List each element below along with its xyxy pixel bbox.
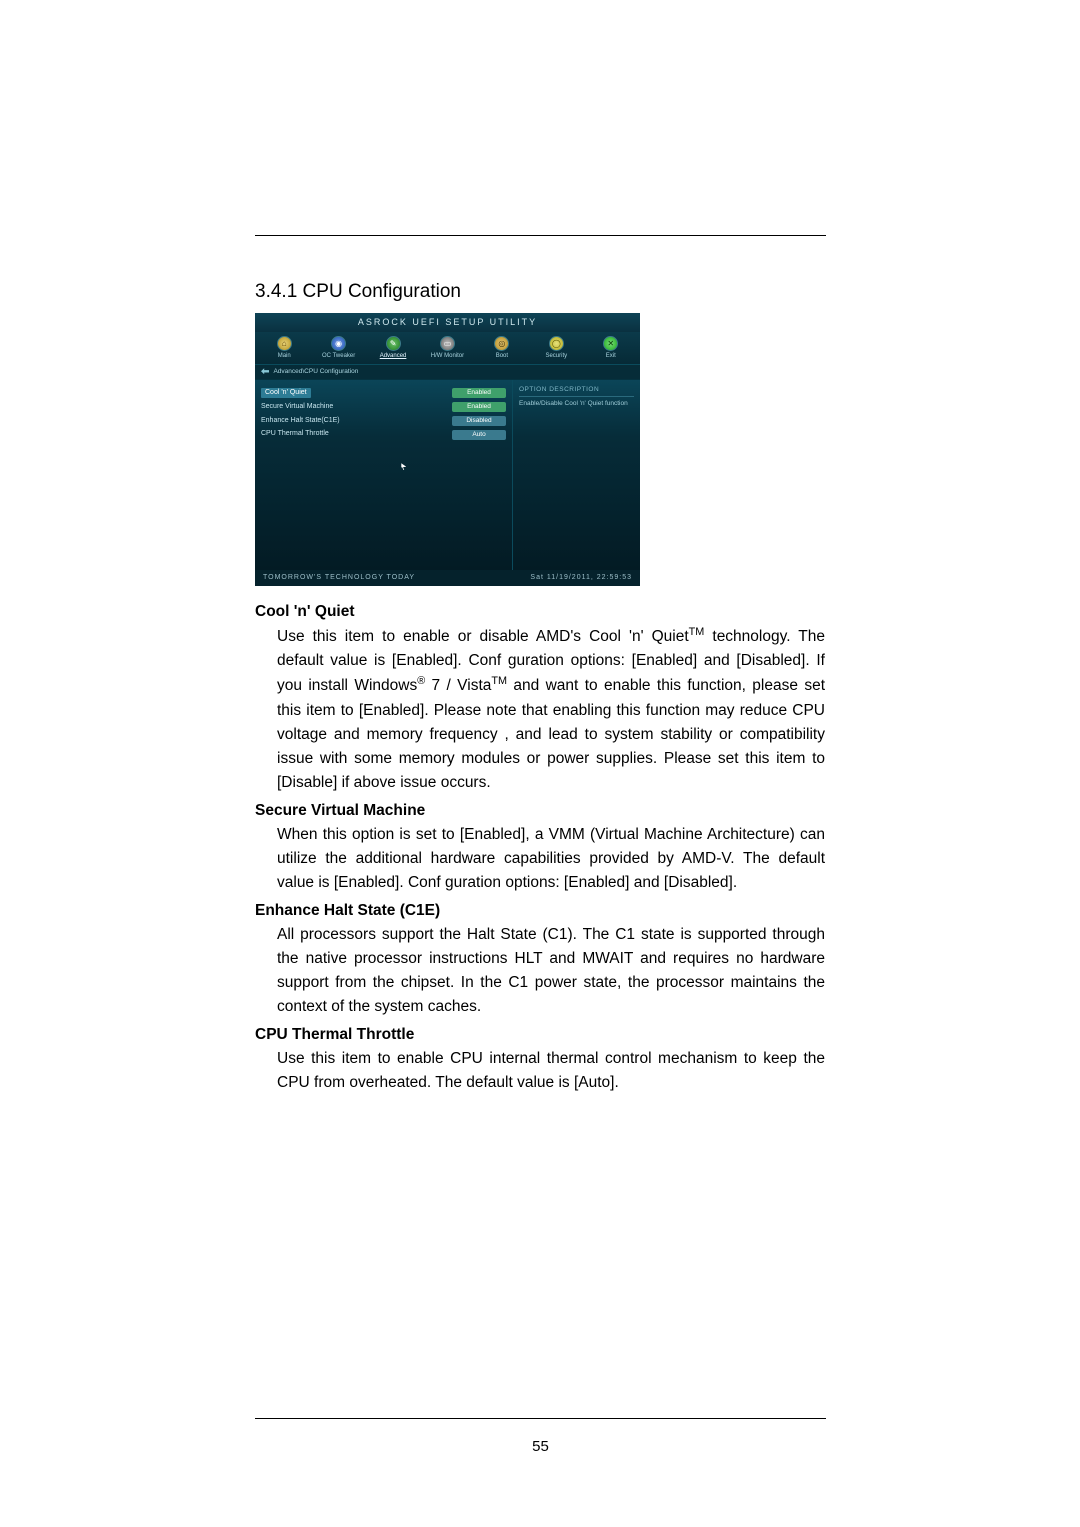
- back-arrow-icon[interactable]: [261, 368, 269, 374]
- bios-options-list: Cool 'n' Quiet Enabled Secure Virtual Ma…: [255, 380, 512, 570]
- nav-boot[interactable]: ◎ Boot: [475, 336, 529, 360]
- bios-footer: TOMORROW'S TECHNOLOGY TODAY Sat 11/19/20…: [255, 570, 640, 586]
- target-icon: ◎: [494, 336, 509, 351]
- footer-datetime: Sat 11/19/2011, 22:59:53: [530, 574, 632, 582]
- description-content: Cool 'n' Quiet Use this item to enable o…: [255, 600, 825, 1095]
- rule-top: [255, 235, 826, 236]
- page-number: 55: [255, 1438, 826, 1455]
- bios-body: Cool 'n' Quiet Enabled Secure Virtual Ma…: [255, 380, 640, 570]
- nav-advanced[interactable]: ✎ Advanced: [366, 336, 420, 360]
- item-title: Cool 'n' Quiet: [255, 600, 825, 624]
- hint-body: Enable/Disable Cool 'n' Quiet function: [519, 400, 634, 408]
- nav-security[interactable]: ◯ Security: [529, 336, 583, 360]
- manual-page: 3.4.1 CPU Configuration ASROCK UEFI SETU…: [0, 0, 1080, 1527]
- nav-main[interactable]: ⌂ Main: [257, 336, 311, 360]
- nav-oc-tweaker[interactable]: ◉ OC Tweaker: [311, 336, 365, 360]
- bios-nav: ⌂ Main ◉ OC Tweaker ✎ Advanced ▭ H/W Mon…: [255, 332, 640, 365]
- option-thermal-throttle[interactable]: CPU Thermal Throttle Auto: [261, 428, 506, 442]
- item-body: Use this item to enable CPU internal the…: [277, 1047, 825, 1095]
- gauge-icon: ◉: [331, 336, 346, 351]
- bios-screenshot: ASROCK UEFI SETUP UTILITY ⌂ Main ◉ OC Tw…: [255, 313, 640, 586]
- footer-tagline: TOMORROW'S TECHNOLOGY TODAY: [263, 574, 415, 582]
- hint-title: OPTION DESCRIPTION: [519, 386, 634, 397]
- shield-icon: ◯: [549, 336, 564, 351]
- option-cool-n-quiet[interactable]: Cool 'n' Quiet Enabled: [261, 386, 506, 400]
- bios-hint-panel: OPTION DESCRIPTION Enable/Disable Cool '…: [512, 380, 640, 570]
- section-heading: 3.4.1 CPU Configuration: [255, 281, 825, 303]
- nav-hw-monitor[interactable]: ▭ H/W Monitor: [420, 336, 474, 360]
- section-title-text: CPU Configuration: [303, 281, 461, 302]
- item-title: CPU Thermal Throttle: [255, 1023, 825, 1047]
- item-body: Use this item to enable or disable AMD's…: [277, 624, 825, 794]
- nav-exit[interactable]: ✕ Exit: [584, 336, 638, 360]
- bios-breadcrumb: Advanced\CPU Configuration: [255, 365, 640, 380]
- rule-bottom: [255, 1418, 826, 1419]
- wrench-icon: ✎: [386, 336, 401, 351]
- item-title: Secure Virtual Machine: [255, 799, 825, 823]
- exit-icon: ✕: [603, 336, 618, 351]
- option-c1e[interactable]: Enhance Halt State(C1E) Disabled: [261, 414, 506, 428]
- section-number: 3.4.1: [255, 281, 297, 302]
- item-body: All processors support the Halt State (C…: [277, 923, 825, 1019]
- item-title: Enhance Halt State (C1E): [255, 899, 825, 923]
- item-body: When this option is set to [Enabled], a …: [277, 823, 825, 895]
- home-icon: ⌂: [277, 336, 292, 351]
- monitor-icon: ▭: [440, 336, 455, 351]
- bios-window-title: ASROCK UEFI SETUP UTILITY: [255, 313, 640, 332]
- option-secure-vm[interactable]: Secure Virtual Machine Enabled: [261, 400, 506, 414]
